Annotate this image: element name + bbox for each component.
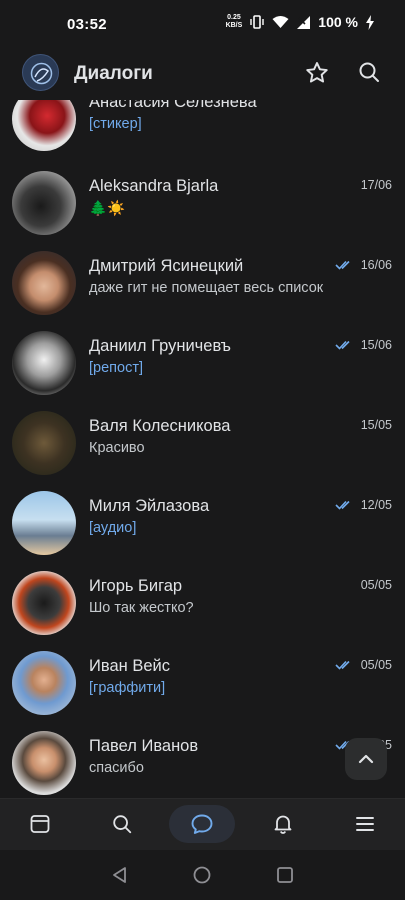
bottom-navigation xyxy=(0,798,405,850)
dialog-name: Павел Иванов xyxy=(89,737,199,755)
dialog-row[interactable]: Анастасия Селезнева [стикер] xyxy=(0,100,405,158)
avatar xyxy=(12,251,76,315)
dialog-date: 12/05 xyxy=(360,498,392,512)
dialog-row[interactable]: Иван Вейс [граффити] 05/05 xyxy=(0,642,405,722)
read-ticks-icon xyxy=(335,260,350,270)
nav-news[interactable] xyxy=(7,805,73,843)
star-icon xyxy=(306,62,328,83)
avatar xyxy=(12,731,76,795)
dialog-date: 17/06 xyxy=(360,178,392,192)
dialog-row[interactable]: Игорь Бигар Шо так жестко? 05/05 xyxy=(0,562,405,642)
avatar xyxy=(12,651,76,715)
dialog-preview: [граффити] xyxy=(89,680,166,696)
dialog-name: Aleksandra Bjarla xyxy=(89,177,219,195)
chevron-up-icon xyxy=(358,754,374,764)
news-icon xyxy=(30,815,50,833)
dialog-row[interactable]: Дмитрий Ясинецкий даже гит не помещает в… xyxy=(0,242,405,322)
system-navigation-bar xyxy=(0,850,405,900)
status-bar: 03:52 0.25 KB/S 100 % xyxy=(0,0,405,50)
dialog-row[interactable]: Миля Эйлазова [аудио] 12/05 xyxy=(0,482,405,562)
dialog-date: 05/05 xyxy=(360,658,392,672)
avatar xyxy=(12,411,76,475)
recents-square-icon xyxy=(277,867,293,883)
menu-icon xyxy=(356,817,374,831)
dialog-preview: спасибо xyxy=(89,760,144,776)
dialog-name: Дмитрий Ясинецкий xyxy=(89,257,244,275)
dialog-name: Игорь Бигар xyxy=(89,577,183,595)
dialog-name: Анастасия Селезнева xyxy=(89,100,257,111)
dialog-list[interactable]: Анастасия Селезнева [стикер] Aleksandra … xyxy=(0,100,405,798)
nav-search[interactable] xyxy=(89,805,155,843)
messages-icon xyxy=(191,814,213,834)
dialog-preview: Шо так жестко? xyxy=(89,600,194,616)
dialog-date: 15/05 xyxy=(360,418,392,432)
favorites-button[interactable] xyxy=(304,60,330,86)
system-home-button[interactable] xyxy=(192,865,212,885)
dialog-date: 05/05 xyxy=(360,578,392,592)
network-speed-unit: KB/S xyxy=(225,22,243,29)
dialog-name: Даниил Груничевъ xyxy=(89,337,231,355)
app-screen: 03:52 0.25 KB/S 100 % Диалоги Анастасия … xyxy=(0,0,405,900)
dialog-preview: 🌲☀️ xyxy=(89,201,126,217)
dialog-date: 15/06 xyxy=(360,338,392,352)
avatar xyxy=(12,571,76,635)
search-icon xyxy=(359,62,379,82)
dialog-preview: [аудио] xyxy=(89,520,137,536)
home-circle-icon xyxy=(193,866,211,884)
back-triangle-icon xyxy=(113,867,126,883)
system-recents-button[interactable] xyxy=(275,865,295,885)
dialog-date: 16/06 xyxy=(360,258,392,272)
status-icons: 0.25 KB/S 100 % xyxy=(226,14,375,30)
dialog-row[interactable]: Даниил Груничевъ [репост] 15/06 xyxy=(0,322,405,402)
top-bar: Диалоги xyxy=(0,50,405,100)
dialog-preview: [стикер] xyxy=(89,116,142,132)
system-back-button[interactable] xyxy=(110,865,130,885)
scroll-to-top-button[interactable] xyxy=(345,738,387,780)
network-speed-value: 0.25 xyxy=(227,14,241,21)
search-button[interactable] xyxy=(357,60,383,86)
dialog-row[interactable]: Валя Колесникова Красиво 15/05 xyxy=(0,402,405,482)
avatar xyxy=(12,171,76,235)
nav-menu[interactable] xyxy=(332,805,398,843)
wifi-icon xyxy=(272,16,289,28)
nav-notifications[interactable] xyxy=(250,805,316,843)
dialog-name: Миля Эйлазова xyxy=(89,497,210,515)
avatar xyxy=(12,491,76,555)
read-ticks-icon xyxy=(335,340,350,350)
status-time: 03:52 xyxy=(67,16,107,33)
dialog-preview: Красиво xyxy=(89,440,145,456)
search-icon xyxy=(113,815,132,834)
charging-icon xyxy=(366,14,374,30)
nav-messages[interactable] xyxy=(169,805,235,843)
dialog-name: Иван Вейс xyxy=(89,657,170,675)
signal-icon xyxy=(297,15,311,29)
avatar xyxy=(12,331,76,395)
dialog-name: Валя Колесникова xyxy=(89,417,231,435)
dialog-preview: [репост] xyxy=(89,360,143,376)
read-ticks-icon xyxy=(335,660,350,670)
dialog-row[interactable]: Aleksandra Bjarla 🌲☀️ 17/06 xyxy=(0,162,405,242)
avatar xyxy=(12,100,76,151)
dialog-preview: даже гит не помещает весь список xyxy=(89,280,324,296)
profile-avatar[interactable] xyxy=(22,54,59,91)
battery-level: 100 % xyxy=(318,14,358,30)
bell-icon xyxy=(274,815,292,834)
network-speed: 0.25 KB/S xyxy=(226,14,243,30)
vibrate-icon xyxy=(250,15,264,29)
read-ticks-icon xyxy=(335,500,350,510)
page-title: Диалоги xyxy=(74,63,153,84)
